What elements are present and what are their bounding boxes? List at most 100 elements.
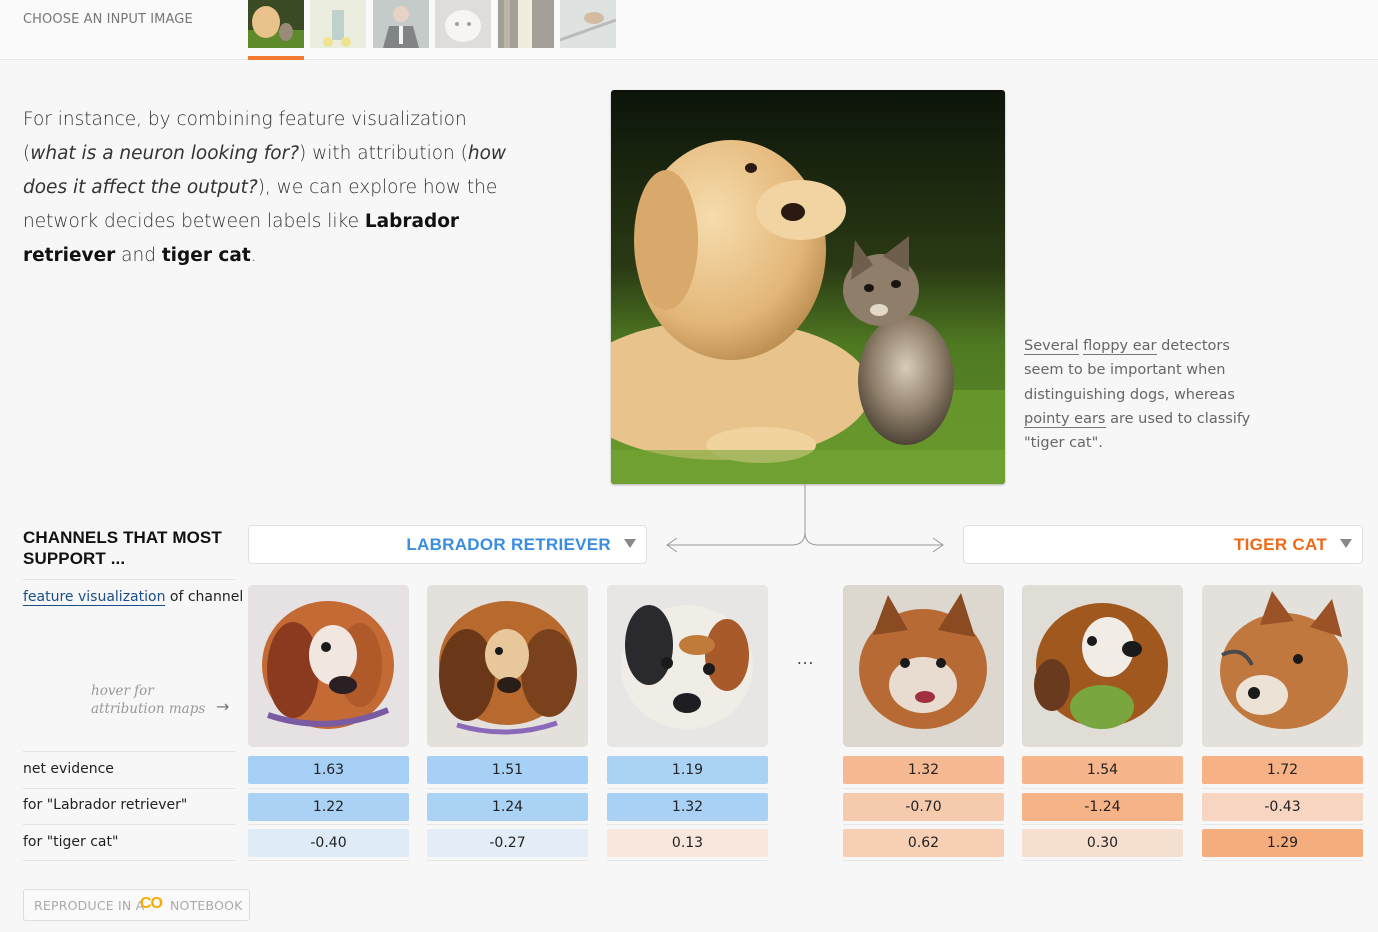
for-labrador-label: for "Labrador retriever" — [23, 797, 188, 813]
cell-divider — [843, 824, 1004, 825]
colab-logo-icon: CO — [140, 895, 163, 912]
pointy-ear-cat-featvis-icon — [1202, 585, 1363, 747]
tiger-cat-class-dropdown[interactable]: TIGER CAT — [963, 525, 1363, 564]
evidence-cell-net-4: 1.32 — [843, 756, 1004, 784]
channel-featvis-6[interactable] — [1202, 585, 1363, 747]
dog-cat-thumb-icon — [248, 0, 304, 48]
dropdown-arrow-icon — [624, 539, 636, 548]
row-divider — [23, 579, 236, 580]
input-image — [611, 90, 1005, 484]
image-chooser-bar: CHOOSE AN INPUT IMAGE — [0, 0, 1378, 60]
more-channels-ellipsis: ... — [797, 650, 815, 668]
floppy-ear-dog-featvis-icon — [248, 585, 409, 747]
cell-divider — [1202, 824, 1363, 825]
row-divider — [23, 788, 236, 789]
evidence-cell-tiger-3: 0.13 — [607, 829, 768, 857]
several-link[interactable]: Several — [1024, 338, 1079, 355]
evidence-cell-net-1: 1.63 — [248, 756, 409, 784]
net-evidence-label: net evidence — [23, 761, 114, 777]
thumbnail-white-animal[interactable] — [435, 0, 491, 48]
evidence-cell-net-2: 1.51 — [427, 756, 588, 784]
thumbnail-bird[interactable] — [560, 0, 616, 48]
notebook-text: NOTEBOOK — [170, 898, 243, 913]
selected-thumbnail-indicator — [248, 56, 304, 60]
cell-divider — [427, 824, 588, 825]
cell-divider — [1022, 824, 1183, 825]
bird-thumb-icon — [560, 0, 616, 48]
cell-divider — [427, 788, 588, 789]
evidence-cell-tiger-1: -0.40 — [248, 829, 409, 857]
row-divider — [23, 860, 236, 861]
evidence-cell-tiger-4: 0.62 — [843, 829, 1004, 857]
hover-hint: hover for attribution maps — [91, 683, 206, 717]
cell-divider — [427, 860, 588, 861]
cell-divider — [1022, 860, 1183, 861]
dog-and-kitten-photo — [611, 90, 1005, 484]
evidence-cell-tiger-5: 0.30 — [1022, 829, 1183, 857]
intro-text: and — [115, 245, 162, 266]
channel-featvis-3[interactable] — [607, 585, 768, 747]
labrador-class-dropdown[interactable]: LABRADOR RETRIEVER — [248, 525, 647, 564]
side-note: Several floppy ear detectors seem to be … — [1024, 334, 1254, 455]
cell-divider — [1202, 860, 1363, 861]
thumbnail-lemons[interactable] — [310, 0, 366, 48]
evidence-cell-lab-4: -0.70 — [843, 793, 1004, 821]
reproduce-text: REPRODUCE IN A — [34, 898, 145, 913]
evidence-cell-tiger-6: 1.29 — [1202, 829, 1363, 857]
featvis-suffix: of channel — [165, 589, 244, 605]
evidence-cell-tiger-2: -0.27 — [427, 829, 588, 857]
intro-label-tiger-cat: tiger cat — [161, 245, 251, 266]
row-divider — [23, 751, 236, 752]
evidence-cell-net-6: 1.72 — [1202, 756, 1363, 784]
labrador-class-label: LABRADOR RETRIEVER — [406, 535, 611, 554]
evidence-cell-lab-3: 1.32 — [607, 793, 768, 821]
floppy-ear-link[interactable]: floppy ear — [1083, 338, 1157, 355]
for-tiger-cat-label: for "tiger cat" — [23, 834, 119, 850]
floppy-ear-dog-featvis-icon — [427, 585, 588, 747]
row-divider — [23, 824, 236, 825]
cell-divider — [1202, 788, 1363, 789]
evidence-cell-lab-2: 1.24 — [427, 793, 588, 821]
dog-face-featvis-icon — [607, 585, 768, 747]
thumbnail-glass[interactable] — [498, 0, 554, 48]
cell-divider — [843, 860, 1004, 861]
evidence-cell-net-5: 1.54 — [1022, 756, 1183, 784]
dog-face-featvis-icon — [1022, 585, 1183, 747]
feature-visualization-label: feature visualization of channel — [23, 589, 244, 606]
thumbnail-dog-and-cat[interactable] — [248, 0, 304, 48]
channel-featvis-5[interactable] — [1022, 585, 1183, 747]
cell-divider — [248, 824, 409, 825]
channel-featvis-4[interactable] — [843, 585, 1004, 747]
pointy-ear-cat-featvis-icon — [843, 585, 1004, 747]
channels-heading: CHANNELS THAT MOST SUPPORT ... — [23, 528, 222, 568]
man-thumb-icon — [373, 0, 429, 48]
intro-emphasis: what is a neuron looking for? — [30, 143, 300, 164]
evidence-cell-net-3: 1.19 — [607, 756, 768, 784]
tiger-cat-class-label: TIGER CAT — [1233, 535, 1327, 554]
evidence-cell-lab-6: -0.43 — [1202, 793, 1363, 821]
intro-text: ) with attribution ( — [299, 143, 468, 164]
evidence-cell-lab-5: -1.24 — [1022, 793, 1183, 821]
intro-text: . — [250, 245, 257, 266]
pointy-ears-link[interactable]: pointy ears — [1024, 410, 1106, 428]
feature-visualization-link[interactable]: feature visualization — [23, 589, 166, 606]
dropdown-arrow-icon — [1340, 539, 1352, 548]
choose-input-label: CHOOSE AN INPUT IMAGE — [23, 12, 193, 27]
cell-divider — [607, 860, 768, 861]
reproduce-colab-button[interactable]: REPRODUCE IN A CO NOTEBOOK — [23, 889, 250, 921]
white-animal-thumb-icon — [435, 0, 491, 48]
cell-divider — [1022, 788, 1183, 789]
intro-paragraph: For instance, by combining feature visua… — [23, 103, 523, 273]
channel-featvis-2[interactable] — [427, 585, 588, 747]
thumbnail-man-in-suit[interactable] — [373, 0, 429, 48]
cell-divider — [248, 788, 409, 789]
glass-thumb-icon — [498, 0, 554, 48]
lemons-thumb-icon — [310, 0, 366, 48]
cell-divider — [607, 824, 768, 825]
cell-divider — [843, 788, 1004, 789]
evidence-cell-lab-1: 1.22 — [248, 793, 409, 821]
channel-featvis-1[interactable] — [248, 585, 409, 747]
right-arrow-icon: → — [216, 697, 230, 716]
cell-divider — [607, 788, 768, 789]
cell-divider — [248, 860, 409, 861]
